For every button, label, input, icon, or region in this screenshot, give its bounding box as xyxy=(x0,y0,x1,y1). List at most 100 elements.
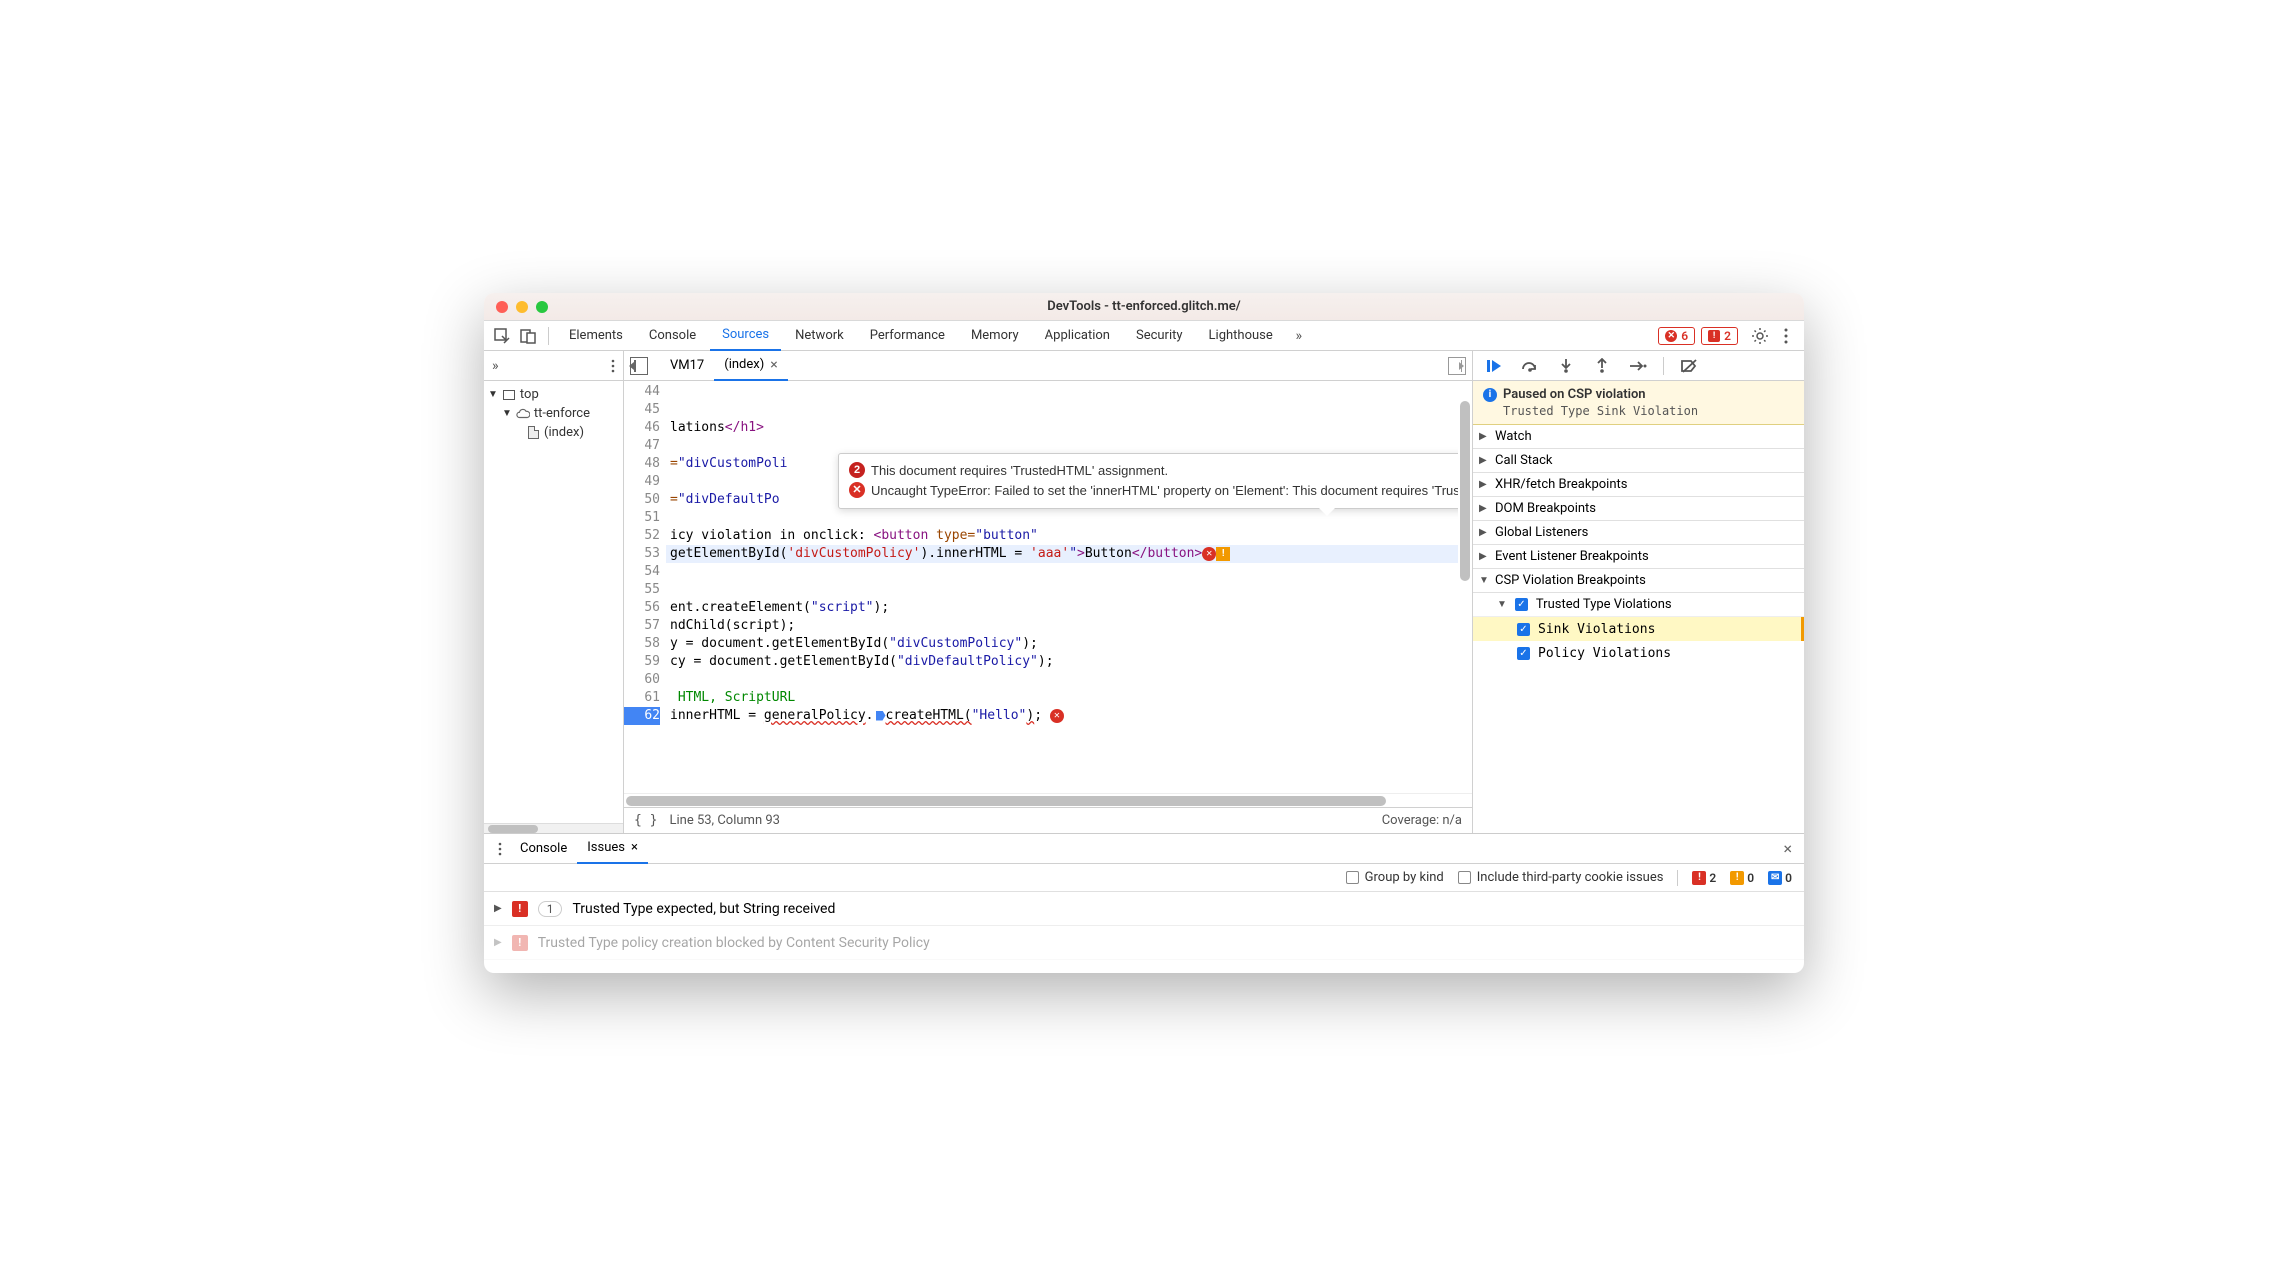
step-icon[interactable] xyxy=(1627,355,1649,377)
drawer-kebab-icon[interactable] xyxy=(490,842,510,856)
panel-event[interactable]: Event Listener Breakpoints xyxy=(1473,545,1804,569)
group-by-kind[interactable]: Group by kind xyxy=(1346,870,1444,885)
code-area[interactable]: lations</h1> ="divCustomPoli ="divDefaul… xyxy=(666,381,1458,793)
checkbox-sink[interactable] xyxy=(1517,623,1530,636)
issue-text: Trusted Type expected, but String receiv… xyxy=(572,901,835,917)
issues-badge[interactable]: !2 xyxy=(1701,327,1738,345)
disclosure-icon: ▶ xyxy=(494,937,502,948)
settings-icon[interactable] xyxy=(1748,324,1772,348)
include-cookie[interactable]: Include third-party cookie issues xyxy=(1458,870,1664,885)
maximize-window-button[interactable] xyxy=(536,301,548,313)
csp-trusted-type[interactable]: ▼Trusted Type Violations xyxy=(1473,593,1804,617)
close-tab-icon[interactable]: × xyxy=(631,840,638,855)
panel-csp[interactable]: CSP Violation Breakpoints xyxy=(1473,569,1804,593)
warning-marker-icon[interactable]: ! xyxy=(1216,547,1230,561)
drawer-yellow-badge[interactable]: !0 xyxy=(1730,871,1754,885)
close-tab-icon[interactable]: × xyxy=(770,357,777,373)
drawer-tab-issues[interactable]: Issues× xyxy=(577,834,648,864)
editor-vscrollbar[interactable] xyxy=(1458,381,1472,793)
errors-badge[interactable]: ✕6 xyxy=(1658,327,1695,345)
tree-file[interactable]: (index) xyxy=(484,423,623,442)
editor-statusbar: { } Line 53, Column 93 Coverage: n/a xyxy=(624,807,1472,833)
source-tab-vm[interactable]: VM17 xyxy=(660,351,714,381)
blu-count: 0 xyxy=(1785,871,1792,885)
disclosure-icon: ▼ xyxy=(502,408,512,419)
panel-watch[interactable]: Watch xyxy=(1473,425,1804,449)
source-tab-index-label: (index) xyxy=(724,357,764,372)
panel-xhr[interactable]: XHR/fetch Breakpoints xyxy=(1473,473,1804,497)
navigator-more-icon[interactable]: » xyxy=(492,358,499,374)
pretty-print-icon[interactable]: { } xyxy=(634,813,657,828)
editor-hscrollbar[interactable] xyxy=(624,793,1472,807)
deactivate-breakpoints-icon[interactable] xyxy=(1678,355,1700,377)
tab-sources[interactable]: Sources xyxy=(710,321,781,351)
csp-sink-label: Sink Violations xyxy=(1538,622,1655,637)
debugger-pane: iPaused on CSP violation Trusted Type Si… xyxy=(1472,351,1804,833)
info-icon: i xyxy=(1483,388,1497,402)
tab-console[interactable]: Console xyxy=(637,321,708,351)
checkbox-group[interactable] xyxy=(1346,871,1359,884)
tooltip-msg1: This document requires 'TrustedHTML' ass… xyxy=(871,462,1168,480)
tree-domain[interactable]: ▼tt-enforce xyxy=(484,404,623,423)
navigator-header: » xyxy=(484,351,623,381)
source-tab-index[interactable]: (index) × xyxy=(714,351,787,381)
checkbox-tt[interactable] xyxy=(1515,598,1528,611)
issue-count-pill: 1 xyxy=(538,901,563,917)
tab-elements[interactable]: Elements xyxy=(557,321,635,351)
tab-lighthouse[interactable]: Lighthouse xyxy=(1197,321,1285,351)
traffic-lights xyxy=(496,301,548,313)
close-window-button[interactable] xyxy=(496,301,508,313)
csp-policy-label: Policy Violations xyxy=(1538,646,1671,661)
error-marker-icon[interactable]: ✕ xyxy=(1202,547,1216,561)
navigator-scrollbar[interactable] xyxy=(484,823,623,833)
kebab-menu-icon[interactable] xyxy=(1774,324,1798,348)
separator xyxy=(548,327,549,345)
navigator-kebab-icon[interactable] xyxy=(611,359,615,373)
csp-sink[interactable]: Sink Violations xyxy=(1473,617,1804,641)
device-toolbar-icon[interactable] xyxy=(516,324,540,348)
window-title: DevTools - tt-enforced.glitch.me/ xyxy=(1047,299,1240,314)
debugger-toolbar xyxy=(1473,351,1804,381)
drawer-tabbar: Console Issues× × xyxy=(484,834,1804,864)
error-marker-icon[interactable]: ✕ xyxy=(1050,709,1064,723)
tab-application[interactable]: Application xyxy=(1033,321,1122,351)
panel-dom[interactable]: DOM Breakpoints xyxy=(1473,497,1804,521)
source-tabbar: VM17 (index) × xyxy=(624,351,1472,381)
inspect-element-icon[interactable] xyxy=(490,324,514,348)
error-count: 6 xyxy=(1681,329,1688,343)
panel-global[interactable]: Global Listeners xyxy=(1473,521,1804,545)
code-editor[interactable]: 44454647484950515253545556575859606162 l… xyxy=(624,381,1472,793)
panel-callstack-label: Call Stack xyxy=(1495,453,1553,468)
resume-icon[interactable] xyxy=(1483,355,1505,377)
source-pane: VM17 (index) × 44454647484950515253545556… xyxy=(624,351,1472,833)
close-drawer-icon[interactable]: × xyxy=(1777,839,1798,858)
checkbox-cookie[interactable] xyxy=(1458,871,1471,884)
csp-policy[interactable]: Policy Violations xyxy=(1473,641,1804,665)
minimize-window-button[interactable] xyxy=(516,301,528,313)
checkbox-policy[interactable] xyxy=(1517,647,1530,660)
line-gutter: 44454647484950515253545556575859606162 xyxy=(624,381,666,793)
run-to-cursor-icon[interactable] xyxy=(1448,357,1466,375)
drawer-blue-badge[interactable]: ✉0 xyxy=(1768,871,1792,885)
panel-event-label: Event Listener Breakpoints xyxy=(1495,549,1649,564)
tree-top-label: top xyxy=(520,387,539,402)
blue-badge-icon: ✉ xyxy=(1768,871,1782,885)
drawer-tab-console[interactable]: Console xyxy=(510,834,577,864)
tab-security[interactable]: Security xyxy=(1124,321,1195,351)
panel-callstack[interactable]: Call Stack xyxy=(1473,449,1804,473)
coverage-status: Coverage: n/a xyxy=(1382,813,1462,828)
tooltip-count-badge: 2 xyxy=(849,462,865,478)
step-out-icon[interactable] xyxy=(1591,355,1613,377)
tree-top[interactable]: ▼top xyxy=(484,385,623,404)
file-icon xyxy=(526,426,540,440)
issue-row[interactable]: ▶ ! 1 Trusted Type expected, but String … xyxy=(484,892,1804,926)
step-into-icon[interactable] xyxy=(1555,355,1577,377)
issue-row[interactable]: ▶ ! Trusted Type policy creation blocked… xyxy=(484,926,1804,960)
step-over-icon[interactable] xyxy=(1519,355,1541,377)
tab-memory[interactable]: Memory xyxy=(959,321,1031,351)
tab-performance[interactable]: Performance xyxy=(858,321,957,351)
nav-history-icon[interactable] xyxy=(630,357,648,375)
tab-network[interactable]: Network xyxy=(783,321,856,351)
more-tabs-icon[interactable]: » xyxy=(1287,324,1311,348)
drawer-red-badge[interactable]: !2 xyxy=(1692,871,1716,885)
